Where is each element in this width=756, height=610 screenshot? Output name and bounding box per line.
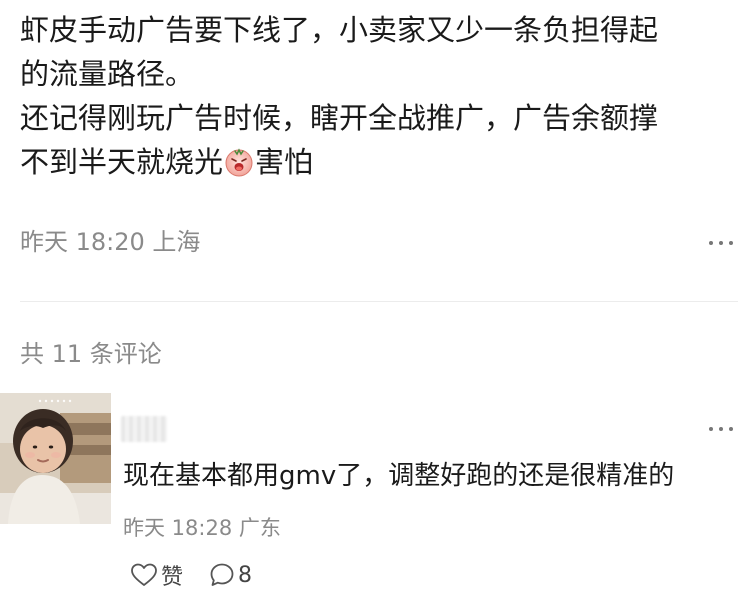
comment-text: 现在基本都用gmv了，调整好跑的还是很精准的 [123,461,675,491]
post-line-4-tail: 害怕 [255,145,314,179]
commenter-username-blurred[interactable] [121,416,167,442]
comment-count-header: 共 11 条评论 [20,340,162,368]
post-content: 虾皮手动广告要下线了，小卖家又少一条负担得起 的流量路径。 还记得刚玩广告时候，… [20,8,745,184]
comment-bubble-icon [210,563,234,586]
post-line-4: 不到半天就烧光 害怕 [20,140,745,184]
like-button[interactable]: 赞 [130,559,183,591]
commenter-avatar[interactable] [0,393,111,524]
comment-timestamp-location: 昨天 18:28 广东 [123,516,281,540]
post-timestamp-location: 昨天 18:20 上海 [20,228,201,256]
post-line-4-text: 不到半天就烧光 [20,145,224,179]
post-line-2: 的流量路径。 [20,57,195,91]
post-more-dots-icon[interactable] [707,238,737,248]
scared-face-emoji-icon [225,148,253,177]
like-label: 赞 [161,565,184,590]
post-line-3: 还记得刚玩广告时候，瞎开全战推广，广告余额撑 [20,101,659,135]
comment-actions: 赞 8 [130,560,252,590]
comment-more-dots-icon[interactable] [707,424,737,434]
reply-count: 8 [238,562,253,588]
post-line-1: 虾皮手动广告要下线了，小卖家又少一条负担得起 [20,13,659,47]
section-divider [20,301,738,302]
heart-outline-icon [131,563,157,586]
reply-button[interactable]: 8 [209,562,252,588]
child-photo-avatar-icon [0,393,111,524]
